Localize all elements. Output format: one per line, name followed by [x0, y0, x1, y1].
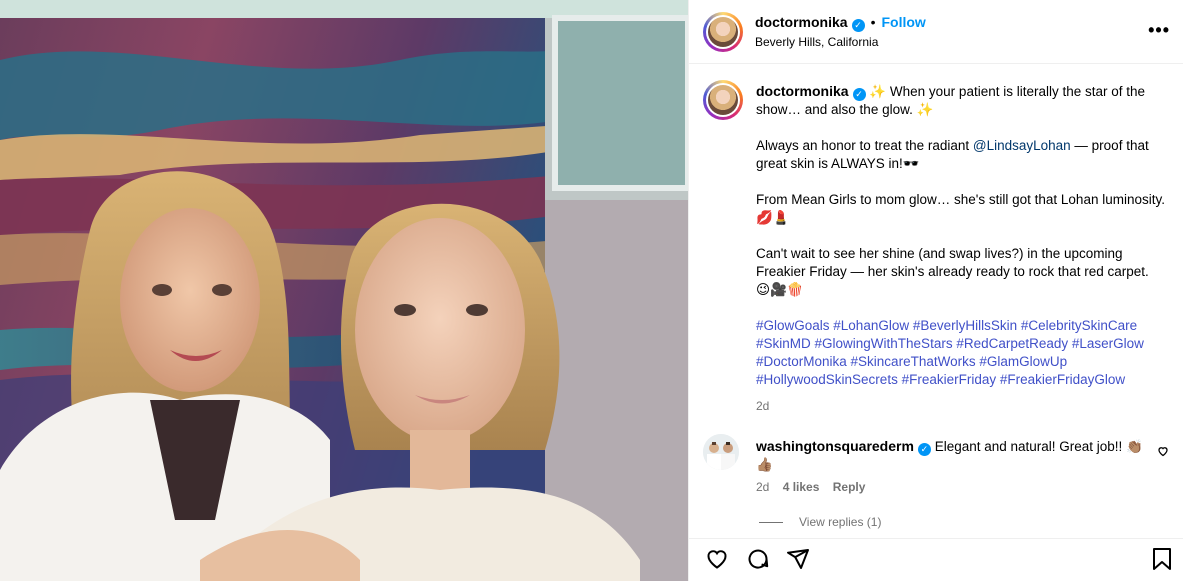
commenter-username[interactable]: washingtonsquarederm	[756, 438, 914, 454]
more-options-icon[interactable]: •••	[1148, 20, 1170, 41]
mention-link[interactable]: @LindsayLohan	[973, 138, 1071, 153]
verified-badge-icon: ✓	[851, 19, 865, 32]
heart-icon[interactable]	[705, 547, 729, 576]
photo-illustration	[0, 0, 688, 581]
caption-hashtags[interactable]: #GlowGoals #LohanGlow #BeverlyHillsSkin …	[756, 317, 1166, 389]
comment-likes[interactable]: 4 likes	[783, 480, 820, 494]
verified-badge-icon: ✓	[852, 88, 866, 101]
caption-username[interactable]: doctormonika	[756, 83, 849, 99]
post-caption: doctormonika ✓ ✨ When your patient is lit…	[756, 82, 1166, 415]
reply-button[interactable]: Reply	[833, 480, 866, 494]
caption-line-4: Can't wait to see her shine (and swap li…	[756, 246, 1149, 297]
post-photo[interactable]	[0, 0, 688, 581]
post-header: doctormonika ✓ • Follow Beverly Hills, Cali…	[689, 0, 1183, 64]
comment-text-block: washingtonsquarederm ✓ Elegant and natura…	[756, 437, 1156, 474]
author-avatar[interactable]	[703, 12, 743, 52]
verified-badge-icon: ✓	[917, 443, 931, 456]
post-side-panel: doctormonika ✓ • Follow Beverly Hills, Cali…	[688, 0, 1183, 581]
view-replies-label: View replies (1)	[799, 515, 882, 529]
view-replies-line	[759, 522, 783, 524]
separator-dot: •	[870, 14, 876, 30]
caption-line-2-before: Always an honor to treat the radiant	[756, 138, 973, 153]
instagram-post-modal: doctormonika ✓ • Follow Beverly Hills, Cali…	[0, 0, 1183, 581]
caption-line-3: From Mean Girls to mom glow… she's still…	[756, 192, 1165, 225]
commenter-avatar-image	[703, 434, 739, 470]
view-replies-button[interactable]: View replies (1)	[759, 515, 881, 529]
commenter-avatar[interactable]	[703, 434, 739, 470]
author-username[interactable]: doctormonika	[755, 14, 848, 30]
author-line: doctormonika ✓ • Follow	[755, 14, 926, 32]
comment-meta: 2d 4 likes Reply	[756, 480, 875, 494]
caption-author-avatar[interactable]	[703, 80, 743, 120]
post-location[interactable]: Beverly Hills, California	[755, 35, 878, 49]
caption-timestamp: 2d	[756, 399, 770, 413]
comment-like-heart-icon[interactable]	[1157, 444, 1169, 462]
bookmark-icon[interactable]	[1151, 547, 1173, 576]
comment-icon[interactable]	[746, 547, 770, 576]
post-actions-bar	[689, 538, 1183, 581]
follow-button[interactable]: Follow	[881, 14, 925, 30]
comment-timestamp: 2d	[756, 480, 770, 494]
share-icon[interactable]	[786, 547, 810, 576]
